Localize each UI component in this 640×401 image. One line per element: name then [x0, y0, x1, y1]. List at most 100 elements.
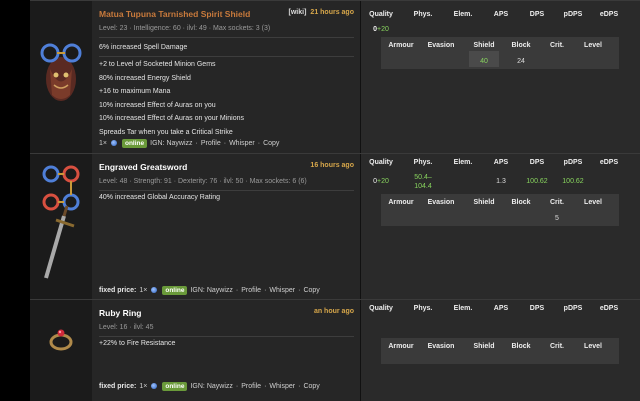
- sub-header-evasion: Evasion: [427, 42, 455, 49]
- header-edps: eDPS: [599, 11, 619, 18]
- sub-header-block: Block: [511, 199, 531, 206]
- item-icon-cell: [30, 300, 92, 401]
- item-info: Matua Tupuna Tarnished Spirit Shield [wi…: [92, 1, 361, 153]
- header-dps: DPS: [529, 305, 545, 312]
- header-quality: Quality: [369, 305, 393, 312]
- implicit-mods: +22% to Fire Resistance: [99, 337, 175, 351]
- listing-row: Matua Tupuna Tarnished Spirit Shield [wi…: [30, 0, 640, 153]
- header-dps: DPS: [529, 11, 545, 18]
- implicit-mods: 40% increased Global Accuracy Rating: [99, 191, 220, 205]
- sub-header-crit: Crit.: [550, 42, 564, 49]
- stats-panel: Quality Phys. Elem. APS DPS pDPS eDPS 0+…: [361, 1, 640, 153]
- explicit-mod: Spreads Tar when you take a Critical Str…: [99, 128, 233, 136]
- item-name: Ruby Ring: [99, 308, 142, 318]
- stats-panel: Quality Phys. Elem. APS DPS pDPS eDPS Ar…: [361, 300, 640, 401]
- sub-header-level: Level: [584, 199, 602, 206]
- shield-value: 40: [480, 58, 488, 65]
- sub-header-crit: Crit.: [550, 199, 564, 206]
- defence-subtable: Armour Evasion Shield Block Crit. Level …: [381, 37, 619, 69]
- header-elem: Elem.: [453, 305, 473, 312]
- time-text: 21 hours ago: [310, 9, 354, 16]
- explicit-mod: 10% increased Effect of Auras on your Mi…: [99, 115, 245, 123]
- phys-value: 50.4–104.4: [414, 174, 432, 190]
- copy-link[interactable]: Copy: [303, 383, 319, 390]
- implicit-mod: 40% increased Global Accuracy Rating: [99, 194, 221, 201]
- pdps-value: 100.62: [562, 178, 584, 185]
- implicit-mod: 6% increased Spell Damage: [99, 44, 188, 51]
- sub-header-armour: Armour: [388, 343, 414, 350]
- divider: [99, 56, 354, 57]
- profile-link[interactable]: Profile: [241, 383, 261, 390]
- explicit-mod: +16 to maximum Mana: [99, 88, 171, 96]
- explicit-mod: 80% increased Energy Shield: [99, 74, 191, 82]
- seller-ign: IGN: Naywizz: [190, 383, 233, 390]
- sub-header-crit: Crit.: [550, 343, 564, 350]
- sub-header-shield: Shield: [473, 199, 495, 206]
- item-requirements: Level: 16 · ilvl: 45: [99, 324, 154, 331]
- divider: [99, 37, 354, 38]
- copy-link[interactable]: Copy: [303, 287, 319, 294]
- header-aps: APS: [493, 11, 509, 18]
- explicit-mod: +2 to Level of Socketed Minion Gems: [99, 61, 216, 68]
- stats-panel: Quality Phys. Elem. APS DPS pDPS eDPS 0+…: [361, 154, 640, 299]
- whisper-link[interactable]: Whisper: [229, 140, 255, 147]
- item-name: Matua Tupuna Tarnished Spirit Shield: [99, 9, 251, 19]
- sub-header-armour: Armour: [388, 199, 414, 206]
- seller-ign: IGN: Naywizz: [190, 287, 233, 294]
- header-aps: APS: [493, 305, 509, 312]
- online-badge: online: [162, 382, 188, 391]
- copy-link[interactable]: Copy: [263, 140, 279, 147]
- whisper-link[interactable]: Whisper: [269, 383, 295, 390]
- whisper-link[interactable]: Whisper: [269, 287, 295, 294]
- block-value: 24: [517, 58, 525, 65]
- profile-link[interactable]: Profile: [201, 140, 221, 147]
- item-icon-cell: [30, 1, 92, 153]
- crit-value: 5: [555, 215, 559, 222]
- defence-subtable: Armour Evasion Shield Block Crit. Level …: [381, 194, 619, 226]
- implicit-mods: 6% increased Spell Damage: [99, 41, 187, 55]
- header-phys: Phys.: [413, 159, 433, 166]
- sub-header-shield: Shield: [473, 42, 495, 49]
- currency-orb-icon: [110, 140, 119, 147]
- sub-header-evasion: Evasion: [427, 343, 455, 350]
- explicit-mods: +2 to Level of Socketed Minion Gems 80% …: [99, 58, 244, 140]
- listing-time: an hour ago: [313, 308, 354, 315]
- seller-line: fixed price: 1× online IGN: Naywizz · Pr…: [99, 286, 320, 295]
- currency-orb-icon: [150, 287, 159, 294]
- header-phys: Phys.: [413, 11, 433, 18]
- listing-row: Engraved Greatsword 16 hours ago Level: …: [30, 153, 640, 299]
- price-qty: 1×: [99, 140, 107, 147]
- shield-icon: [40, 43, 82, 101]
- fixed-price-label: fixed price:: [99, 383, 137, 390]
- sub-header-shield: Shield: [473, 343, 495, 350]
- header-dps: DPS: [529, 159, 545, 166]
- sub-header-armour: Armour: [388, 42, 414, 49]
- item-info: Ruby Ring an hour ago Level: 16 · ilvl: …: [92, 300, 361, 401]
- currency-orb-icon: [150, 383, 159, 390]
- wiki-link[interactable]: [wiki]: [289, 9, 307, 16]
- price-qty: 1×: [139, 383, 148, 390]
- aps-value: 1.3: [496, 178, 506, 185]
- header-elem: Elem.: [453, 11, 473, 18]
- header-phys: Phys.: [413, 305, 433, 312]
- ring-icon: [49, 329, 73, 351]
- online-badge: online: [162, 286, 188, 295]
- profile-link[interactable]: Profile: [241, 287, 261, 294]
- seller-line: 1× online IGN: Naywizz · Profile · Whisp…: [99, 139, 280, 148]
- implicit-mod: +22% to Fire Resistance: [99, 340, 176, 347]
- header-pdps: pDPS: [563, 159, 583, 166]
- header-quality: Quality: [369, 159, 393, 166]
- header-edps: eDPS: [599, 159, 619, 166]
- defence-subtable: Armour Evasion Shield Block Crit. Level: [381, 338, 619, 364]
- sub-header-level: Level: [584, 343, 602, 350]
- seller-ign: IGN: Naywizz: [150, 140, 193, 147]
- listing-row: Ruby Ring an hour ago Level: 16 · ilvl: …: [30, 299, 640, 401]
- listing-time: 16 hours ago: [310, 162, 354, 169]
- sub-header-block: Block: [511, 343, 531, 350]
- dps-value: 100.62: [526, 178, 548, 185]
- online-badge: online: [121, 139, 148, 148]
- quality-value: 0+20: [373, 26, 389, 33]
- price-qty: 1×: [139, 287, 148, 294]
- item-info: Engraved Greatsword 16 hours ago Level: …: [92, 154, 361, 299]
- explicit-mod: 10% increased Effect of Auras on you: [99, 101, 216, 109]
